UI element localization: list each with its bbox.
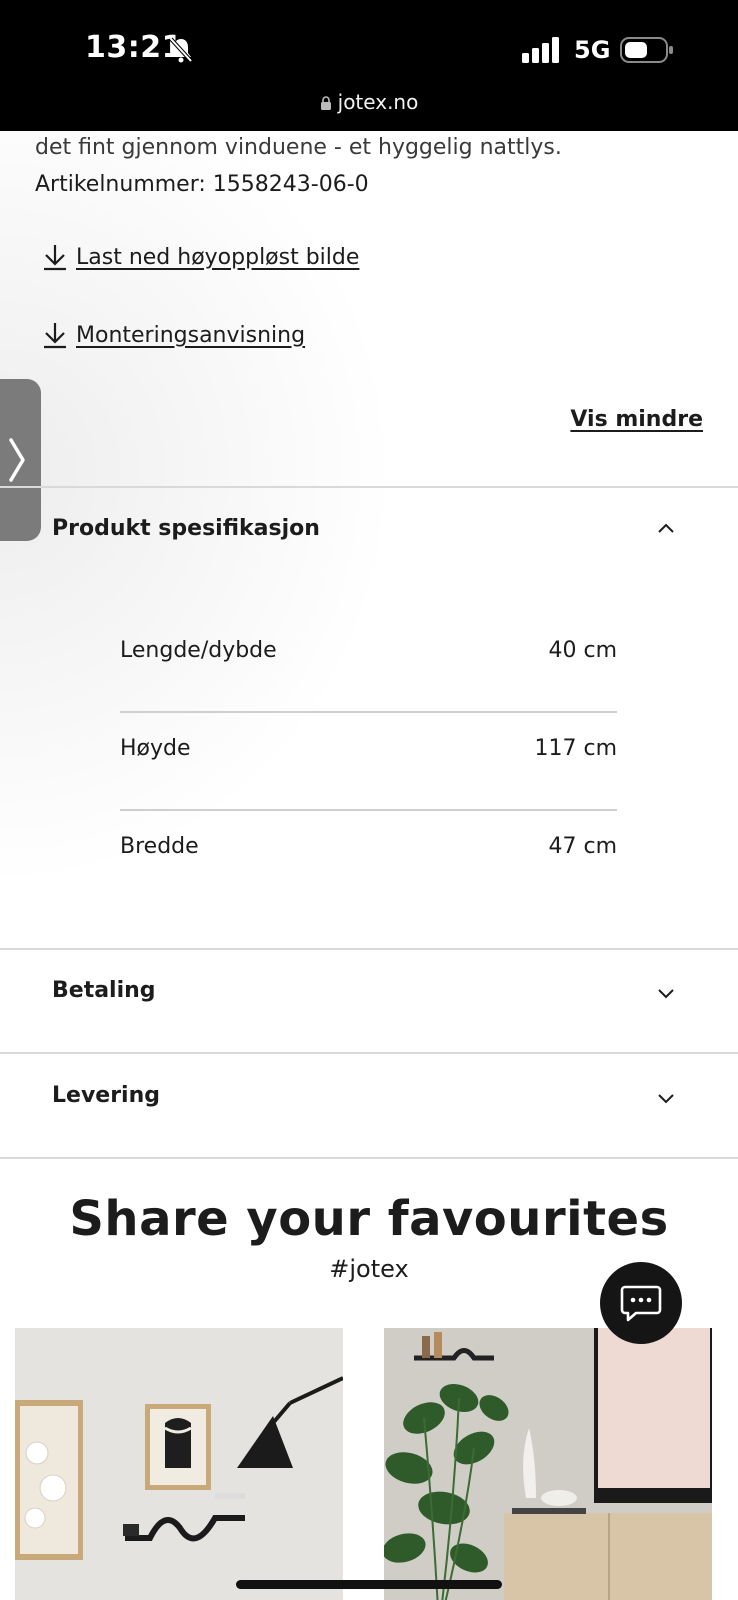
signal-icon	[522, 37, 559, 63]
divider	[0, 1157, 738, 1159]
url-text: jotex.no	[337, 90, 419, 114]
chat-button[interactable]	[600, 1262, 682, 1344]
accordion-title-payment: Betaling	[52, 978, 156, 1003]
spec-value: 40 cm	[548, 638, 617, 663]
mounting-instructions-link[interactable]: Monteringsanvisning	[42, 321, 305, 349]
chevron-right-icon	[9, 438, 25, 482]
home-indicator[interactable]	[236, 1580, 502, 1589]
accordion-title-delivery: Levering	[52, 1083, 161, 1108]
mounting-label: Monteringsanvisning	[76, 322, 306, 348]
share-heading: Share your favourites	[69, 1191, 669, 1247]
chevron-up-icon	[658, 523, 674, 533]
download-image-link[interactable]: Last ned høyoppløst bilde	[42, 243, 359, 271]
spec-value: 47 cm	[548, 834, 617, 859]
lock-icon	[320, 96, 331, 110]
download-icon	[44, 245, 66, 271]
chevron-down-icon	[658, 1094, 674, 1104]
chat-icon	[620, 1285, 662, 1322]
page-content: det fint gjennom vinduene - et hyggelig …	[0, 131, 738, 1600]
divider	[0, 948, 738, 950]
status-bar: 13:21 5G jotex.no	[0, 0, 738, 131]
interior-photo	[384, 1328, 712, 1600]
spec-label: Bredde	[120, 834, 199, 859]
spec-value: 117 cm	[534, 736, 617, 761]
bell-slash-icon	[169, 37, 193, 63]
download-icon	[44, 323, 66, 349]
product-description: det fint gjennom vinduene - et hyggelig …	[35, 135, 562, 160]
divider	[0, 1052, 738, 1054]
article-number: Artikelnummer: 1558243-06-0	[35, 172, 369, 197]
gallery-photo[interactable]	[384, 1328, 712, 1600]
spec-label: Lengde/dybde	[120, 638, 277, 663]
network-type: 5G	[574, 36, 611, 64]
gallery-photo[interactable]	[15, 1328, 343, 1600]
side-drawer-tab[interactable]	[0, 379, 41, 541]
spec-divider	[120, 809, 617, 811]
divider	[0, 486, 738, 488]
download-image-label: Last ned høyoppløst bilde	[76, 244, 360, 270]
accordion-title-spec: Produkt spesifikasjon	[52, 516, 320, 541]
spec-divider	[120, 711, 617, 713]
spec-row: Lengde/dybde 40 cm	[120, 638, 617, 663]
address-bar[interactable]: jotex.no	[0, 90, 738, 114]
spec-row: Høyde 117 cm	[120, 736, 617, 761]
battery-icon	[620, 37, 673, 63]
show-less-link[interactable]: Vis mindre	[570, 407, 703, 432]
interior-photo	[15, 1328, 343, 1600]
chevron-down-icon	[658, 989, 674, 999]
spec-row: Bredde 47 cm	[120, 834, 617, 859]
spec-label: Høyde	[120, 736, 191, 761]
